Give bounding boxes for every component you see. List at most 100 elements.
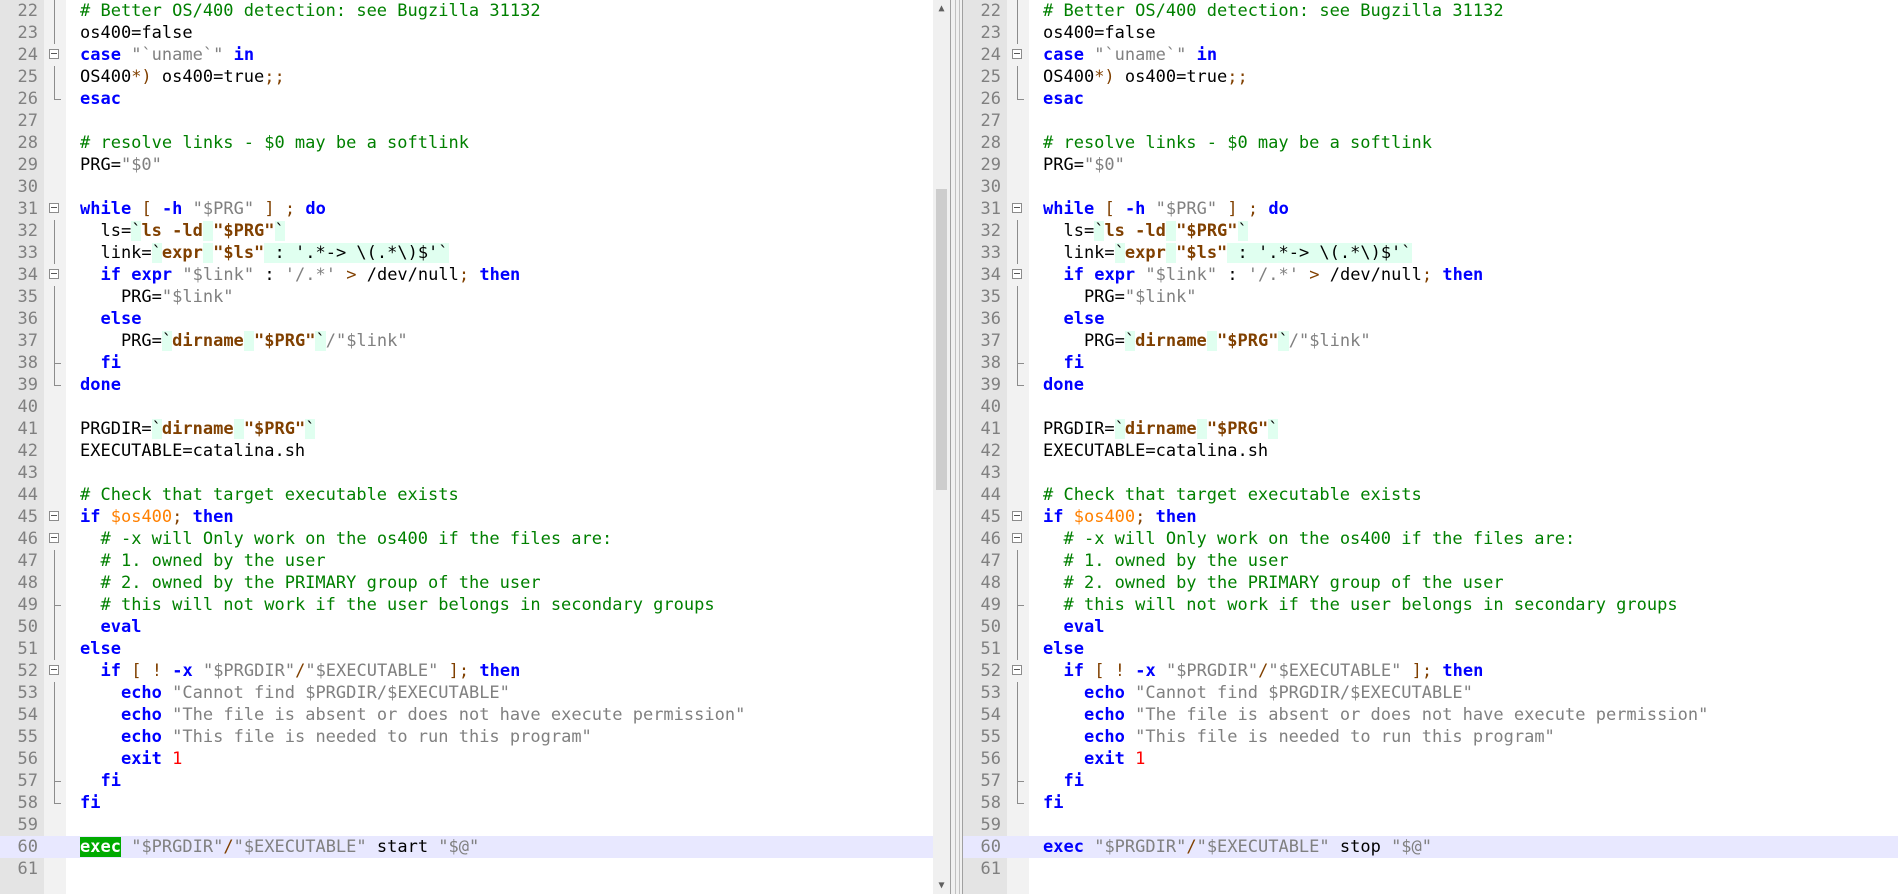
code-line[interactable]: 36 else xyxy=(0,308,950,330)
code-line[interactable]: 47 # 1. owned by the user xyxy=(0,550,950,572)
fold-toggle-icon[interactable] xyxy=(1011,528,1025,550)
code-line[interactable]: 36 else xyxy=(963,308,1898,330)
code-line[interactable]: 54 echo "The file is absent or does not … xyxy=(963,704,1898,726)
code-line[interactable]: 28 # resolve links - $0 may be a softlink xyxy=(963,132,1898,154)
code-line[interactable]: 41 PRGDIR=`dirname "$PRG"` xyxy=(0,418,950,440)
code-line[interactable]: 60 exec "$PRGDIR"/"$EXECUTABLE" start "$@… xyxy=(0,836,950,858)
code-line[interactable]: 39 done xyxy=(0,374,950,396)
code-line[interactable]: 23 os400=false xyxy=(0,22,950,44)
code-line[interactable]: 55 echo "This file is needed to run this… xyxy=(0,726,950,748)
code-line[interactable]: 57 fi xyxy=(963,770,1898,792)
code-line[interactable]: 30 xyxy=(0,176,950,198)
code-line[interactable]: 35 PRG="$link" xyxy=(0,286,950,308)
code-line[interactable]: 49 # this will not work if the user belo… xyxy=(963,594,1898,616)
code-line[interactable]: 48 # 2. owned by the PRIMARY group of th… xyxy=(0,572,950,594)
code-line[interactable]: 31 while [ -h "$PRG" ] ; do xyxy=(0,198,950,220)
code-line[interactable]: 52 if [ ! -x "$PRGDIR"/"$EXECUTABLE" ]; … xyxy=(963,660,1898,682)
code-line[interactable]: 59 xyxy=(963,814,1898,836)
code-line[interactable]: 26 esac xyxy=(0,88,950,110)
code-line[interactable]: 45 if $os400; then xyxy=(963,506,1898,528)
code-line[interactable]: 23 os400=false xyxy=(963,22,1898,44)
code-line[interactable]: 33 link=`expr "$ls" : '.*-> \(.*\)$'` xyxy=(963,242,1898,264)
code-line[interactable]: 51 else xyxy=(0,638,950,660)
fold-toggle-icon[interactable] xyxy=(48,198,62,220)
code-line[interactable]: 58 fi xyxy=(963,792,1898,814)
code-line[interactable]: 61 xyxy=(963,858,1898,880)
code-line[interactable]: 50 eval xyxy=(963,616,1898,638)
code-line[interactable]: 31 while [ -h "$PRG" ] ; do xyxy=(963,198,1898,220)
code-line[interactable]: 56 exit 1 xyxy=(0,748,950,770)
code-line[interactable]: 28 # resolve links - $0 may be a softlink xyxy=(0,132,950,154)
fold-toggle-icon[interactable] xyxy=(1011,506,1025,528)
code-line[interactable]: 25 OS400*) os400=true;; xyxy=(963,66,1898,88)
code-line[interactable]: 42 EXECUTABLE=catalina.sh xyxy=(963,440,1898,462)
pane-splitter[interactable] xyxy=(950,0,963,894)
code-line[interactable]: 44 # Check that target executable exists xyxy=(0,484,950,506)
code-line[interactable]: 47 # 1. owned by the user xyxy=(963,550,1898,572)
fold-toggle-icon[interactable] xyxy=(1011,264,1025,286)
code-line[interactable]: 60 exec "$PRGDIR"/"$EXECUTABLE" stop "$@" xyxy=(963,836,1898,858)
code-line[interactable]: 22 # Better OS/400 detection: see Bugzill… xyxy=(0,0,950,22)
code-line[interactable]: 50 eval xyxy=(0,616,950,638)
code-line[interactable]: 33 link=`expr "$ls" : '.*-> \(.*\)$'` xyxy=(0,242,950,264)
code-line[interactable]: 45 if $os400; then xyxy=(0,506,950,528)
code-line[interactable]: 61 xyxy=(0,858,950,880)
code-line[interactable]: 32 ls=`ls -ld "$PRG"` xyxy=(0,220,950,242)
code-line[interactable]: 22 # Better OS/400 detection: see Bugzill… xyxy=(963,0,1898,22)
code-area[interactable]: 22 # Better OS/400 detection: see Bugzill… xyxy=(963,0,1898,880)
code-line[interactable]: 34 if expr "$link" : '/.*' > /dev/null; … xyxy=(0,264,950,286)
code-line[interactable]: 46 # -x will Only work on the os400 if t… xyxy=(963,528,1898,550)
code-line[interactable]: 40 xyxy=(963,396,1898,418)
code-line[interactable]: 38 fi xyxy=(963,352,1898,374)
code-line[interactable]: 56 exit 1 xyxy=(963,748,1898,770)
code-line[interactable]: 39 done xyxy=(963,374,1898,396)
code-line[interactable]: 27 xyxy=(0,110,950,132)
code-line[interactable]: 42 EXECUTABLE=catalina.sh xyxy=(0,440,950,462)
code-line[interactable]: 57 fi xyxy=(0,770,950,792)
code-line[interactable]: 37 PRG=`dirname "$PRG"`/"$link" xyxy=(0,330,950,352)
fold-toggle-icon[interactable] xyxy=(1011,660,1025,682)
scroll-down-arrow-icon[interactable]: ▼ xyxy=(933,877,950,894)
fold-toggle-icon[interactable] xyxy=(48,528,62,550)
code-line[interactable]: 38 fi xyxy=(0,352,950,374)
vertical-scrollbar[interactable]: ▲ ▼ xyxy=(933,0,950,894)
code-line[interactable]: 54 echo "The file is absent or does not … xyxy=(0,704,950,726)
code-line[interactable]: 27 xyxy=(963,110,1898,132)
code-line[interactable]: 51 else xyxy=(963,638,1898,660)
code-line[interactable]: 59 xyxy=(0,814,950,836)
code-line[interactable]: 35 PRG="$link" xyxy=(963,286,1898,308)
scrollbar-thumb[interactable] xyxy=(936,189,947,490)
fold-toggle-icon[interactable] xyxy=(48,264,62,286)
code-line[interactable]: 43 xyxy=(963,462,1898,484)
code-line[interactable]: 58 fi xyxy=(0,792,950,814)
fold-toggle-icon[interactable] xyxy=(48,660,62,682)
code-line[interactable]: 30 xyxy=(963,176,1898,198)
code-line[interactable]: 55 echo "This file is needed to run this… xyxy=(963,726,1898,748)
fold-toggle-icon[interactable] xyxy=(1011,44,1025,66)
code-line[interactable]: 48 # 2. owned by the PRIMARY group of th… xyxy=(963,572,1898,594)
code-line[interactable]: 34 if expr "$link" : '/.*' > /dev/null; … xyxy=(963,264,1898,286)
code-line[interactable]: 26 esac xyxy=(963,88,1898,110)
code-line[interactable]: 44 # Check that target executable exists xyxy=(963,484,1898,506)
code-line[interactable]: 46 # -x will Only work on the os400 if t… xyxy=(0,528,950,550)
code-line[interactable]: 24 case "`uname`" in xyxy=(963,44,1898,66)
code-line[interactable]: 25 OS400*) os400=true;; xyxy=(0,66,950,88)
code-line[interactable]: 37 PRG=`dirname "$PRG"`/"$link" xyxy=(963,330,1898,352)
code-line[interactable]: 32 ls=`ls -ld "$PRG"` xyxy=(963,220,1898,242)
code-line[interactable]: 43 xyxy=(0,462,950,484)
code-area[interactable]: 22 # Better OS/400 detection: see Bugzill… xyxy=(0,0,950,880)
scroll-up-arrow-icon[interactable]: ▲ xyxy=(933,0,950,17)
right-editor-pane[interactable]: 22 # Better OS/400 detection: see Bugzill… xyxy=(963,0,1898,894)
code-line[interactable]: 53 echo "Cannot find $PRGDIR/$EXECUTABLE… xyxy=(963,682,1898,704)
code-line[interactable]: 52 if [ ! -x "$PRGDIR"/"$EXECUTABLE" ]; … xyxy=(0,660,950,682)
code-line[interactable]: 24 case "`uname`" in xyxy=(0,44,950,66)
code-line[interactable]: 53 echo "Cannot find $PRGDIR/$EXECUTABLE… xyxy=(0,682,950,704)
code-line[interactable]: 29 PRG="$0" xyxy=(0,154,950,176)
fold-toggle-icon[interactable] xyxy=(48,506,62,528)
code-line[interactable]: 40 xyxy=(0,396,950,418)
code-line[interactable]: 29 PRG="$0" xyxy=(963,154,1898,176)
fold-toggle-icon[interactable] xyxy=(48,44,62,66)
fold-toggle-icon[interactable] xyxy=(1011,198,1025,220)
code-line[interactable]: 41 PRGDIR=`dirname "$PRG"` xyxy=(963,418,1898,440)
code-line[interactable]: 49 # this will not work if the user belo… xyxy=(0,594,950,616)
